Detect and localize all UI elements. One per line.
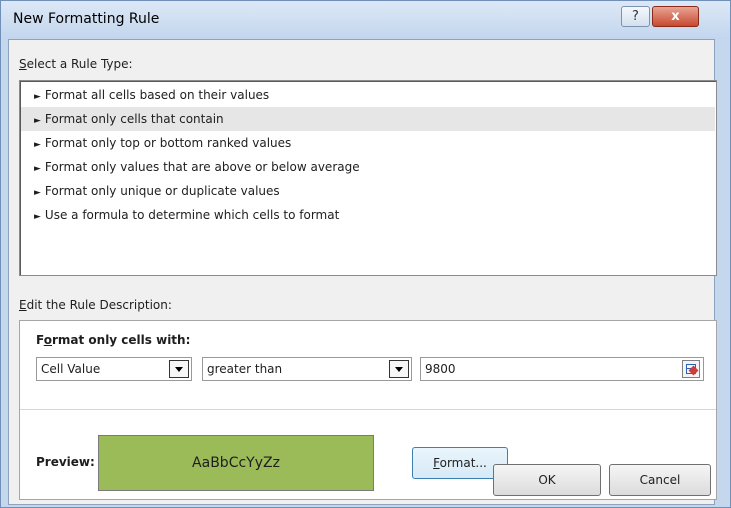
chevron-down-icon[interactable] <box>169 360 189 378</box>
description-divider <box>20 409 716 410</box>
format-cells-heading: Format only cells with: <box>36 333 191 347</box>
value-input[interactable]: 9800 <box>420 357 704 381</box>
arrow-right-icon: ► <box>34 212 41 222</box>
help-icon: ? <box>632 9 639 24</box>
rule-type-item[interactable]: ► Use a formula to determine which cells … <box>21 203 715 227</box>
help-button[interactable]: ? <box>621 6 650 27</box>
arrow-right-icon: ► <box>34 116 41 126</box>
value-text: 9800 <box>425 362 456 376</box>
rule-type-item-selected[interactable]: ► Format only cells that contain <box>21 107 715 131</box>
close-button[interactable]: x <box>652 6 699 27</box>
arrow-right-icon: ► <box>34 92 41 102</box>
arrow-right-icon: ► <box>34 164 41 174</box>
ok-button[interactable]: OK <box>493 464 601 496</box>
rule-description-label: Edit the Rule Description: <box>19 298 172 312</box>
dialog-title: New Formatting Rule <box>13 11 160 27</box>
arrow-right-icon: ► <box>34 140 41 150</box>
operator-value: greater than <box>207 362 283 376</box>
format-preview: AaBbCcYyZz <box>98 435 374 491</box>
preview-label: Preview: <box>36 455 95 469</box>
new-formatting-rule-dialog: New Formatting Rule ? x Select a Rule Ty… <box>0 0 731 508</box>
condition-type-dropdown[interactable]: Cell Value <box>36 357 192 381</box>
arrow-right-icon: ► <box>34 188 41 198</box>
dialog-body: Select a Rule Type: ► Format all cells ba… <box>8 39 717 505</box>
chevron-down-icon[interactable] <box>389 360 409 378</box>
rule-type-list[interactable]: ► Format all cells based on their values … <box>19 80 717 276</box>
title-bar: New Formatting Rule ? x <box>1 1 730 39</box>
cancel-button[interactable]: Cancel <box>609 464 711 496</box>
rule-type-item[interactable]: ► Format only top or bottom ranked values <box>21 131 715 155</box>
close-icon: x <box>671 9 680 24</box>
collapse-dialog-button[interactable] <box>682 360 700 378</box>
rule-type-item[interactable]: ► Format all cells based on their values <box>21 83 715 107</box>
condition-type-value: Cell Value <box>41 362 101 376</box>
rule-type-item[interactable]: ► Format only unique or duplicate values <box>21 179 715 203</box>
rule-type-item[interactable]: ► Format only values that are above or be… <box>21 155 715 179</box>
rule-type-label: Select a Rule Type: <box>19 57 133 71</box>
operator-dropdown[interactable]: greater than <box>202 357 412 381</box>
